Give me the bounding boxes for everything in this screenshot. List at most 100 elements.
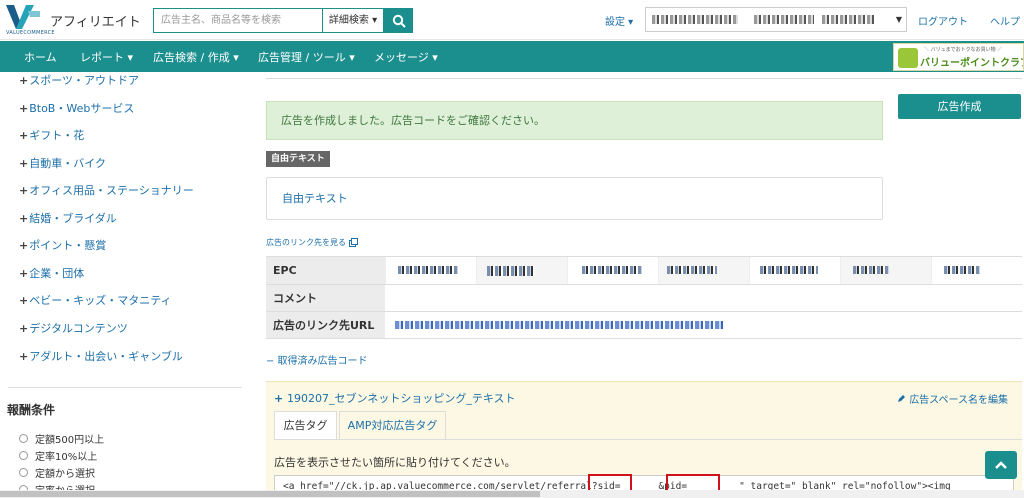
free-text-link[interactable]: 自由テキスト xyxy=(282,192,348,205)
comment-header: コメント xyxy=(266,284,385,312)
category-btob[interactable]: +BtoB・Webサービス xyxy=(19,100,134,116)
category-label: オフィス用品・ステーショナリー xyxy=(29,184,194,197)
create-ad-button[interactable]: 広告作成 xyxy=(898,94,1021,119)
category-label: BtoB・Webサービス xyxy=(29,102,135,115)
tab-amp-ad-tag[interactable]: AMP対応広告タグ xyxy=(339,411,446,439)
reward-option-fixed-500[interactable]: 定額500円以上 xyxy=(19,431,104,446)
valuecommerce-logo[interactable]: VALUECOMMERCE xyxy=(6,5,55,37)
view-link-label: 広告のリンク先を見る xyxy=(266,238,346,247)
epc-cell xyxy=(749,257,840,284)
table-row: コメント xyxy=(266,284,1022,312)
reward-option-label: 定率10%以上 xyxy=(35,452,98,463)
category-baby[interactable]: +ベビー・キッズ・マタニティ xyxy=(19,292,172,308)
table-row: EPC xyxy=(266,256,1022,285)
scroll-to-top-button[interactable] xyxy=(985,451,1017,479)
category-label: ギフト・花 xyxy=(29,129,85,142)
paste-instruction: 広告を表示させたい箇所に貼り付けてください。 xyxy=(274,456,516,469)
category-sports[interactable]: +スポーツ・アウトドア xyxy=(19,72,139,88)
radio-icon xyxy=(19,434,28,443)
edit-space-label: 広告スペース名を編集 xyxy=(909,395,1008,406)
top-divider xyxy=(266,72,1022,79)
gift-bag-icon xyxy=(898,48,918,68)
campaign-name: 190207_セブンネットショッピング_テキスト xyxy=(287,392,516,405)
table-row: 広告のリンク先URL xyxy=(266,311,1022,339)
acquired-code-toggle[interactable]: − 取得済み広告コード xyxy=(266,352,368,367)
category-label: スポーツ・アウトドア xyxy=(29,74,139,87)
category-gift[interactable]: +ギフト・花 xyxy=(19,127,84,143)
redacted-account-id xyxy=(754,15,814,24)
tab-ad-tag[interactable]: 広告タグ xyxy=(274,411,337,440)
campaign-toggle[interactable]: + 190207_セブンネットショッピング_テキスト xyxy=(274,390,516,406)
ad-code-panel: + 190207_セブンネットショッピング_テキスト 広告スペース名を編集 広告… xyxy=(266,381,1022,498)
ad-type-badge: 自由テキスト xyxy=(266,151,330,167)
plus-icon: + xyxy=(19,267,29,280)
comment-value xyxy=(385,284,1022,312)
advanced-search-dropdown[interactable]: 詳細検索 ▾ xyxy=(322,8,384,33)
account-selector[interactable]: ▼ xyxy=(645,7,907,32)
epc-cell xyxy=(931,257,1022,284)
plus-icon: + xyxy=(19,350,29,363)
plus-icon: + xyxy=(19,322,29,335)
logo-subtitle: VALUECOMMERCE xyxy=(6,30,55,36)
external-link-icon xyxy=(349,238,358,247)
category-label: アダルト・出会い・ギャンブル xyxy=(29,350,183,363)
category-car[interactable]: +自動車・バイク xyxy=(19,155,106,171)
link-url-value[interactable] xyxy=(385,311,1022,339)
chevron-up-icon xyxy=(995,461,1007,469)
category-company[interactable]: +企業・団体 xyxy=(19,265,84,281)
category-wedding[interactable]: +結婚・ブライダル xyxy=(19,210,117,226)
settings-menu[interactable]: 設定 ▾ xyxy=(605,13,633,28)
epc-cell xyxy=(385,257,476,284)
banner-title: バリューポイントクラブ xyxy=(920,58,1024,69)
link-url-header: 広告のリンク先URL xyxy=(266,311,385,339)
nav-home[interactable]: ホーム xyxy=(24,49,57,65)
search-button[interactable] xyxy=(384,8,413,33)
search-input[interactable]: 広告主名、商品名等を検索 xyxy=(153,8,323,33)
category-office[interactable]: +オフィス用品・ステーショナリー xyxy=(19,182,194,198)
radio-icon xyxy=(19,451,28,460)
category-label: デジタルコンテンツ xyxy=(29,322,128,335)
category-label: ベビー・キッズ・マタニティ xyxy=(29,294,172,307)
category-label: 自動車・バイク xyxy=(29,157,106,170)
category-points[interactable]: +ポイント・懸賞 xyxy=(19,237,106,253)
logo-icon xyxy=(6,5,40,29)
redacted-url xyxy=(395,321,725,329)
ad-info-table: EPC コメント 広告のリンク先URL xyxy=(266,256,1022,339)
logout-link[interactable]: ログアウト xyxy=(918,13,968,28)
epc-header: EPC xyxy=(266,256,385,285)
plus-icon: + xyxy=(19,239,29,252)
epc-cell xyxy=(658,257,749,284)
nav-messages[interactable]: メッセージ ▾ xyxy=(374,49,438,65)
epc-cell xyxy=(567,257,658,284)
scrollbar-thumb[interactable] xyxy=(0,491,540,497)
plus-icon: + xyxy=(19,184,29,197)
banner-tagline: ＼ バリュまでおトクなお買い物 ／ xyxy=(924,47,1003,53)
plus-icon: + xyxy=(19,129,29,142)
nav-report[interactable]: レポート ▾ xyxy=(80,49,133,65)
radio-icon xyxy=(19,468,28,477)
reward-option-fixed-select[interactable]: 定額から選択 xyxy=(19,465,95,480)
top-bar: VALUECOMMERCE アフィリエイト 広告主名、商品名等を検索 詳細検索 … xyxy=(0,0,1024,40)
reward-option-label: 定額500円以上 xyxy=(35,435,105,446)
app-title: アフィリエイト xyxy=(50,15,141,30)
view-link-destination[interactable]: 広告のリンク先を見る xyxy=(266,237,358,248)
epc-cell xyxy=(840,257,931,284)
plus-icon: + xyxy=(19,157,29,170)
tab-divider xyxy=(274,439,1022,440)
nav-ad-search[interactable]: 広告検索 / 作成 ▾ xyxy=(153,49,239,65)
epc-values xyxy=(385,256,1022,285)
help-link[interactable]: ヘルプ xyxy=(990,13,1020,28)
edit-ad-space-link[interactable]: 広告スペース名を編集 xyxy=(897,391,1008,406)
plus-icon: + xyxy=(19,212,29,225)
value-point-club-banner[interactable]: ＼ バリュまでおトクなお買い物 ／ バリューポイントクラブ xyxy=(893,43,1024,71)
reward-option-label: 定額から選択 xyxy=(35,469,95,480)
nav-ad-management[interactable]: 広告管理 / ツール ▾ xyxy=(258,49,355,65)
redacted-account-name xyxy=(652,15,738,24)
plus-icon: + xyxy=(19,102,29,115)
category-adult[interactable]: +アダルト・出会い・ギャンブル xyxy=(19,348,183,364)
reward-option-rate-10[interactable]: 定率10%以上 xyxy=(19,448,97,463)
category-label: ポイント・懸賞 xyxy=(29,239,107,252)
chevron-down-icon: ▼ xyxy=(895,15,902,24)
category-digital[interactable]: +デジタルコンテンツ xyxy=(19,320,128,336)
pencil-icon xyxy=(898,395,906,402)
